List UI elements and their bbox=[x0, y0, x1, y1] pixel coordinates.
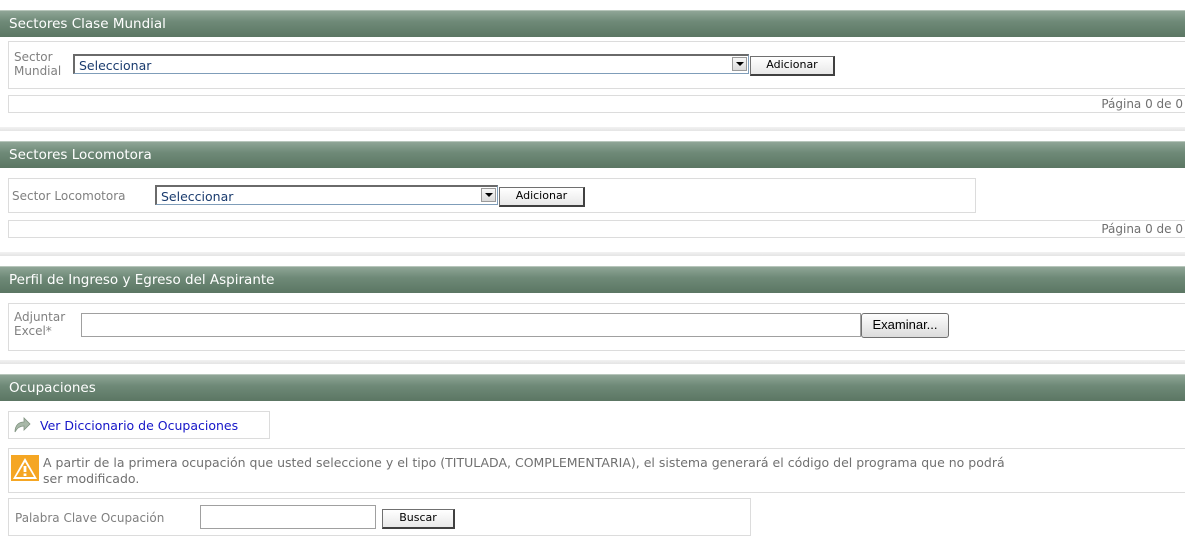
sectores-mundial-pager: Página 0 de 0 bbox=[8, 95, 1185, 113]
sector-mundial-label: Sector Mundial bbox=[14, 50, 62, 78]
warning-text: A partir de la primera ocupación que ust… bbox=[43, 455, 1005, 486]
chevron-down-icon[interactable] bbox=[481, 188, 496, 202]
sectores-locomotora-header: Sectores Locomotora bbox=[0, 141, 1185, 168]
sector-locomotora-select-value: Seleccionar bbox=[161, 189, 234, 204]
sectores-locomotora-title: Sectores Locomotora bbox=[9, 147, 152, 163]
section-divider bbox=[0, 127, 1185, 131]
section-divider bbox=[0, 360, 1185, 364]
adicionar-locomotora-button[interactable]: Adicionar bbox=[499, 187, 585, 207]
sector-mundial-select-value: Seleccionar bbox=[79, 58, 152, 73]
ocupaciones-title: Ocupaciones bbox=[9, 380, 96, 396]
perfil-header: Perfil de Ingreso y Egreso del Aspirante bbox=[0, 266, 1185, 293]
sectores-locomotora-pager: Página 0 de 0 bbox=[8, 220, 1185, 238]
sectores-mundial-form: Sector Mundial Seleccionar Adicionar bbox=[8, 41, 1185, 89]
sectores-mundial-title: Sectores Clase Mundial bbox=[9, 16, 166, 32]
sector-locomotora-label: Sector Locomotora bbox=[12, 189, 126, 203]
forward-arrow-icon bbox=[14, 417, 31, 433]
chevron-down-icon[interactable] bbox=[732, 57, 747, 71]
warning-box: A partir de la primera ocupación que ust… bbox=[8, 448, 1185, 493]
sectores-mundial-header: Sectores Clase Mundial bbox=[0, 10, 1185, 37]
ver-diccionario-link[interactable]: Ver Diccionario de Ocupaciones bbox=[40, 418, 238, 433]
section-divider bbox=[0, 252, 1185, 256]
keyword-search-box: Palabra Clave Ocupación Buscar bbox=[8, 498, 751, 536]
keyword-label: Palabra Clave Ocupación bbox=[15, 511, 165, 525]
buscar-button[interactable]: Buscar bbox=[382, 509, 455, 529]
adjuntar-excel-label: Adjuntar Excel* bbox=[14, 310, 66, 338]
sectores-locomotora-form: Sector Locomotora Seleccionar Adicionar bbox=[8, 178, 976, 213]
adicionar-mundial-button[interactable]: Adicionar bbox=[750, 56, 835, 76]
keyword-input[interactable] bbox=[200, 505, 376, 529]
ocupaciones-header: Ocupaciones bbox=[0, 374, 1185, 401]
sector-locomotora-select[interactable]: Seleccionar bbox=[155, 185, 498, 205]
examinar-button[interactable]: Examinar... bbox=[861, 313, 949, 338]
perfil-form: Adjuntar Excel* Examinar... bbox=[8, 303, 1185, 351]
excel-file-input[interactable] bbox=[81, 313, 861, 337]
warning-icon bbox=[11, 455, 39, 481]
sector-mundial-select[interactable]: Seleccionar bbox=[73, 54, 749, 74]
dictionary-link-box: Ver Diccionario de Ocupaciones bbox=[8, 411, 270, 439]
perfil-title: Perfil de Ingreso y Egreso del Aspirante bbox=[9, 272, 275, 288]
